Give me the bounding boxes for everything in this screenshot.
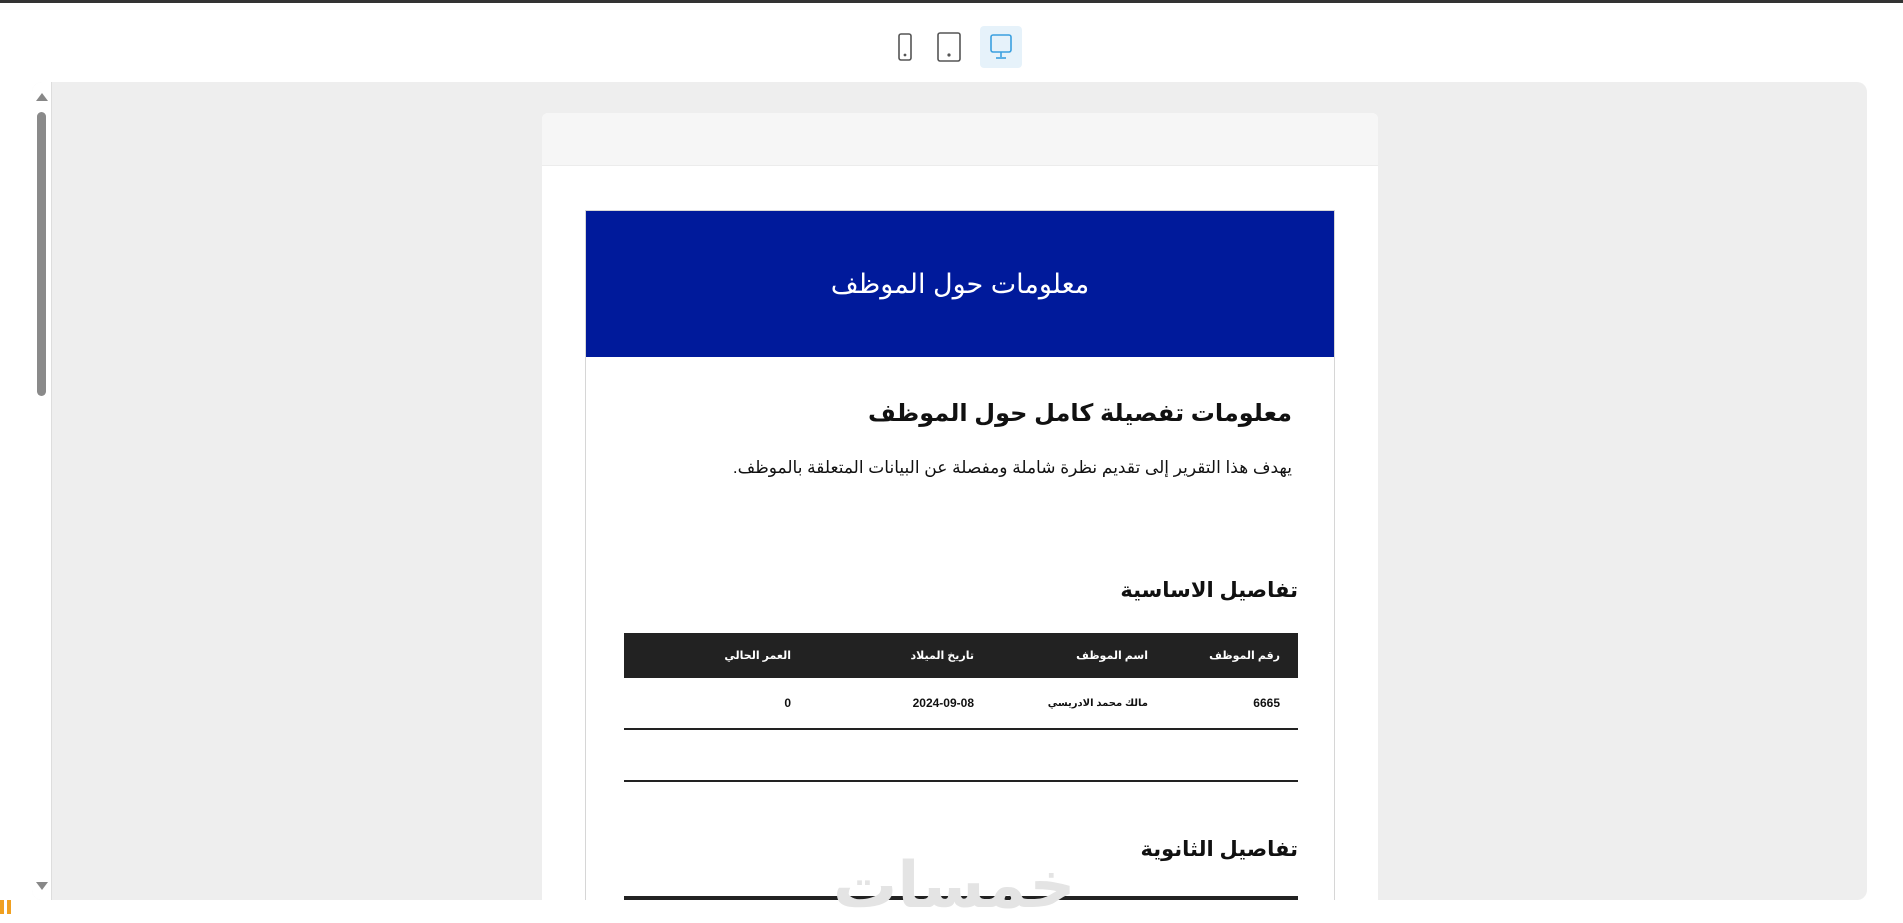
tablet-view-button[interactable]: [928, 26, 970, 68]
vertical-scrollbar[interactable]: [32, 82, 52, 900]
report-title: معلومات تفصيلة كامل حول الموظف: [868, 400, 1292, 427]
employee-report: معلومات حول الموظف معلومات تفصيلة كامل ح…: [585, 210, 1335, 900]
email-preview: معلومات حول الموظف معلومات تفصيلة كامل ح…: [542, 113, 1378, 900]
cell-current-age: 0: [784, 696, 791, 710]
basic-details-table: رقم الموظف اسم الموظف تاريخ الميلاد العم…: [624, 633, 1298, 782]
scroll-down-arrow-icon[interactable]: [36, 882, 48, 890]
device-switcher: [0, 26, 1903, 70]
scroll-up-arrow-icon[interactable]: [36, 93, 48, 101]
preview-canvas: معلومات حول الموظف معلومات تفصيلة كامل ح…: [32, 82, 1867, 900]
secondary-table-header-edge: [624, 896, 1298, 900]
email-header-strip: [542, 113, 1378, 166]
basic-details-title: تفاصيل الاساسية: [1120, 579, 1298, 602]
desktop-view-button[interactable]: [980, 26, 1022, 68]
header-birth-date: تاريخ الميلاد: [910, 650, 974, 662]
header-employee-name: اسم الموظف: [1076, 650, 1148, 662]
table-header-row: رقم الموظف اسم الموظف تاريخ الميلاد العم…: [624, 633, 1298, 678]
header-current-age: العمر الحالي: [724, 650, 791, 662]
report-body: معلومات تفصيلة كامل حول الموظف يهدف هذا …: [586, 357, 1334, 478]
report-banner: معلومات حول الموظف: [586, 211, 1334, 357]
header-employee-id: رقم الموظف: [1209, 650, 1280, 662]
report-description: يهدف هذا التقرير إلى تقديم نظرة شاملة وم…: [732, 458, 1292, 477]
desktop-monitor-icon: [990, 34, 1012, 59]
mobile-view-button[interactable]: [884, 26, 926, 68]
table-row: 6665 مالك محمد الادريسي 2024-09-08 0: [624, 678, 1298, 730]
scrollbar-thumb[interactable]: [37, 112, 46, 396]
cell-employee-name: مالك محمد الادريسي: [1047, 697, 1148, 709]
secondary-details-title: تفاصيل الثانوية: [1140, 838, 1298, 861]
banner-title: معلومات حول الموظف: [830, 268, 1090, 299]
pause-icon[interactable]: [0, 900, 14, 916]
mobile-phone-icon: [898, 33, 912, 61]
table-row-empty: [624, 730, 1298, 782]
tablet-icon: [937, 32, 961, 62]
window-top-border: [0, 0, 1903, 3]
cell-birth-date: 2024-09-08: [912, 696, 974, 710]
cell-employee-id: 6665: [1253, 696, 1280, 710]
